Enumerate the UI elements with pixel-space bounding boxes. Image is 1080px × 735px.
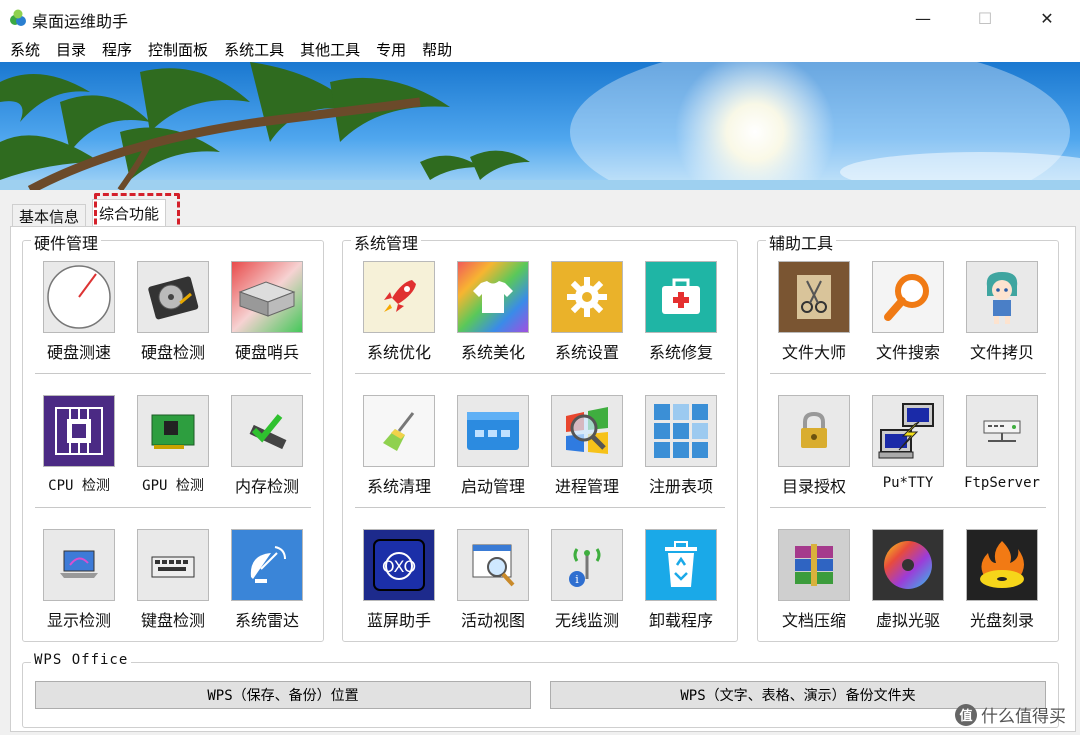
tool-file-copy[interactable]: 文件拷贝 [962,261,1042,367]
menu-item-system[interactable]: 系统 [10,39,40,60]
tool-system-settings[interactable]: 系统设置 [547,261,627,367]
group-title-hardware: 硬件管理 [31,230,102,254]
tool-system-radar[interactable]: 系统雷达 [227,529,307,635]
tool-display-check[interactable]: 显示检测 [39,529,119,635]
watermark: 值 什么值得买 [955,702,1066,727]
watermark-badge: 值 [955,703,977,726]
group-wps-office: WPS Office WPS（保存、备份）位置 WPS（文字、表格、演示）备份文… [22,652,1059,728]
tool-memory-check[interactable]: 内存检测 [227,395,307,501]
hard-disk-icon [148,276,199,320]
tool-putty[interactable]: Pu*TTY [868,395,948,501]
scissors-folder-icon [797,275,831,319]
cpu-chip-icon [55,407,103,455]
tool-registry[interactable]: 注册表项 [641,395,721,501]
wps-save-location-button[interactable]: WPS（保存、备份）位置 [35,681,531,709]
tshirt-icon [473,281,513,313]
tool-file-master[interactable]: 文件大师 [774,261,854,367]
search-icon [884,274,929,321]
archive-books-icon [795,544,833,586]
tool-disk-speed[interactable]: 硬盘测速 [39,261,119,367]
tool-activity-view[interactable]: 活动视图 [453,529,533,635]
putty-terminal-icon [878,403,934,459]
separator [35,507,311,509]
tool-directory-auth[interactable]: 目录授权 [774,395,854,501]
tool-cpu-check[interactable]: CPU 检测 [39,395,119,501]
menu-item-directory[interactable]: 目录 [56,39,86,60]
group-title-auxiliary: 辅助工具 [766,230,837,254]
wireless-info-icon: i [569,548,601,587]
keyboard-icon [151,556,195,578]
separator [355,507,725,509]
ftp-server-icon [983,420,1021,442]
tool-system-repair[interactable]: 系统修复 [641,261,721,367]
satellite-dish-icon [250,546,286,583]
recycle-bin-icon [665,541,697,587]
group-hardware: 硬件管理 硬盘测速 硬盘检测 硬盘哨兵 CPU 检测 GPU 检测 内存检测 显… [22,230,324,642]
activity-view-icon [472,544,515,587]
title-bar: 桌面运维助手 — ☐ ✕ [0,0,1080,36]
maximize-button[interactable]: ☐ [962,0,1008,36]
tab-basic-info[interactable]: 基本信息 [12,204,87,228]
rocket-icon [384,280,416,312]
tool-process-manager[interactable]: 进程管理 [547,395,627,501]
menu-item-control-panel[interactable]: 控制面板 [148,39,208,60]
menu-item-special[interactable]: 专用 [376,39,406,60]
laptop-display-icon [60,550,98,578]
tool-keyboard-check[interactable]: 键盘检测 [133,529,213,635]
menu-item-programs[interactable]: 程序 [102,39,132,60]
tab-combined-functions[interactable]: 综合功能 [92,199,167,227]
group-system: 系统管理 系统优化 系统美化 系统设置 系统修复 系统清理 启动管理 进程管理 … [342,230,738,642]
process-magnifier-icon [566,407,608,454]
graphics-card-icon [151,414,195,449]
menu-item-help[interactable]: 帮助 [422,39,452,60]
tool-system-clean[interactable]: 系统清理 [359,395,439,501]
padlock-icon [801,411,827,448]
speed-gauge-icon [47,265,111,329]
disk-sentinel-icon [238,281,296,317]
bluescreen-icon: OXO [373,539,425,591]
tropical-banner-image [0,62,1080,190]
tool-disk-check[interactable]: 硬盘检测 [133,261,213,367]
tool-virtual-drive[interactable]: 虚拟光驱 [868,529,948,635]
tool-file-search[interactable]: 文件搜索 [868,261,948,367]
group-auxiliary: 辅助工具 文件大师 文件搜索 文件拷贝 目录授权 Pu*TTY FtpServe… [757,230,1059,642]
memory-check-icon [249,414,287,450]
separator [770,507,1046,509]
tool-gpu-check[interactable]: GPU 检测 [133,395,213,501]
gear-icon [567,277,607,317]
virtual-disc-icon [884,541,932,589]
tool-wireless-monitor[interactable]: i 无线监测 [547,529,627,635]
tool-disc-burn[interactable]: 光盘刻录 [962,529,1042,635]
broom-icon [383,412,415,451]
group-title-system: 系统管理 [351,230,422,254]
window-title: 桌面运维助手 [32,12,129,31]
anime-character-icon [986,272,1018,324]
tool-startup-manager[interactable]: 启动管理 [453,395,533,501]
menu-item-other-tools[interactable]: 其他工具 [300,39,360,60]
separator [355,373,725,375]
tool-uninstall[interactable]: 卸载程序 [641,529,721,635]
tool-system-optimize[interactable]: 系统优化 [359,261,439,367]
group-title-wps: WPS Office [31,652,132,668]
tool-disk-sentinel[interactable]: 硬盘哨兵 [227,261,307,367]
app-logo-icon [10,9,26,26]
tool-bluescreen[interactable]: OXO 蓝屏助手 [359,529,439,635]
tool-system-beautify[interactable]: 系统美化 [453,261,533,367]
burning-disc-icon [980,541,1024,588]
separator [35,373,311,375]
separator [770,373,1046,375]
menu-bar: 系统 目录 程序 控制面板 系统工具 其他工具 专用 帮助 [0,36,1080,62]
watermark-text: 什么值得买 [981,707,1066,727]
startup-window-icon [467,412,519,450]
registry-blocks-icon [654,404,708,458]
close-button[interactable]: ✕ [1024,0,1070,36]
tool-archive[interactable]: 文档压缩 [774,529,854,635]
first-aid-kit-icon [662,278,700,314]
menu-item-system-tools[interactable]: 系统工具 [224,39,284,60]
minimize-button[interactable]: — [900,0,946,36]
svg-text:i: i [575,573,579,586]
tool-ftp-server[interactable]: FtpServer [962,395,1042,501]
